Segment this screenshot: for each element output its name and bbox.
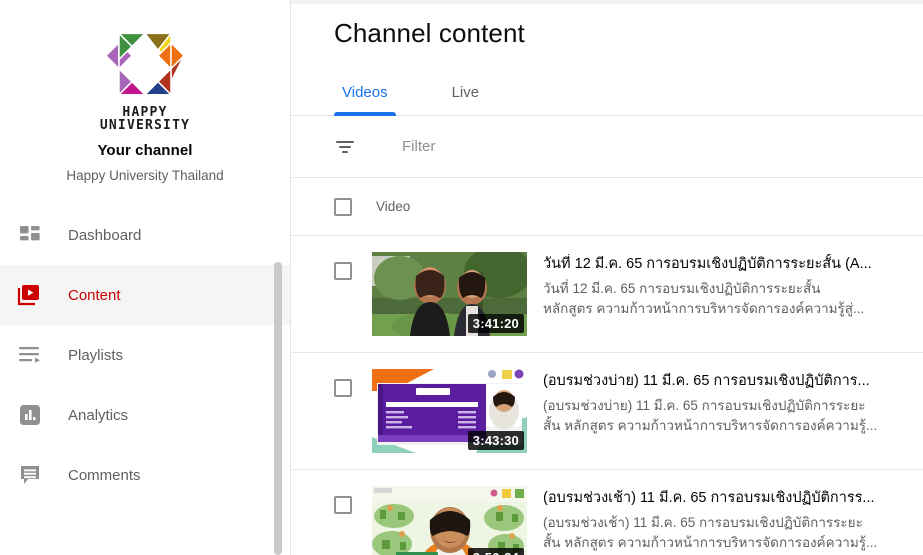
tab-videos[interactable]: Videos	[334, 84, 396, 116]
video-description-line: วันที่ 12 มี.ค. 65 การอบรมเชิงปฏิบัติการ…	[543, 281, 821, 296]
row-checkbox[interactable]	[334, 262, 352, 280]
logo-wordmark: HAPPY UNIVERSITY	[98, 106, 192, 133]
youtube-studio-content-page: HAPPY UNIVERSITY Your channel Happy Univ…	[0, 0, 923, 555]
sidebar-scrollbar[interactable]	[274, 262, 282, 555]
video-duration: 3:56:24	[467, 548, 524, 555]
row-checkbox[interactable]	[334, 496, 352, 514]
video-description: (อบรมช่วงบ่าย) 11 มี.ค. 65 การอบรมเชิงปฏ…	[543, 396, 918, 436]
content-video-icon	[8, 283, 52, 307]
select-all-checkbox[interactable]	[334, 197, 352, 216]
sidebar-nav: Dashboard Content Playlists Analytics Co…	[0, 205, 290, 505]
column-header-video: Video	[376, 199, 411, 214]
page-title: Channel content	[334, 18, 525, 48]
analytics-icon	[8, 404, 52, 426]
table-row[interactable]: 3:43:30 (อบรมช่วงบ่าย) 11 มี.ค. 65 การอบ…	[291, 353, 923, 470]
video-thumbnail[interactable]: 3:56:24	[372, 486, 527, 555]
video-thumbnail[interactable]: 3:41:20	[372, 252, 527, 336]
logo-wordmark-line2: UNIVERSITY	[99, 118, 191, 134]
video-description-line: (อบรมช่วงเช้า) 11 มี.ค. 65 การอบรมเชิงปฏ…	[543, 515, 863, 530]
video-description: วันที่ 12 มี.ค. 65 การอบรมเชิงปฏิบัติการ…	[543, 279, 918, 319]
table-row[interactable]: 3:56:24 (อบรมช่วงเช้า) 11 มี.ค. 65 การอบ…	[291, 470, 923, 555]
sidebar-item-comments[interactable]: Comments	[0, 445, 290, 505]
comments-icon	[8, 464, 52, 486]
sidebar-item-analytics[interactable]: Analytics	[0, 385, 290, 445]
video-meta: (อบรมช่วงบ่าย) 11 มี.ค. 65 การอบรมเชิงปฏ…	[543, 369, 923, 436]
filter-input[interactable]: Filter	[402, 138, 435, 155]
thumbnail-image-3	[372, 486, 527, 555]
dashboard-icon	[8, 224, 52, 246]
video-title[interactable]: (อบรมช่วงบ่าย) 11 มี.ค. 65 การอบรมเชิงปฏ…	[543, 371, 918, 391]
tab-label: Videos	[342, 84, 388, 101]
video-meta: วันที่ 12 มี.ค. 65 การอบรมเชิงปฏิบัติการ…	[543, 252, 923, 319]
video-description-line: หลักสูตร ความก้าวหน้าการบริหารจัดการองค์…	[543, 301, 865, 316]
tab-label: Live	[451, 84, 480, 101]
video-duration: 3:43:30	[467, 431, 524, 450]
channel-avatar[interactable]: HAPPY UNIVERSITY	[98, 26, 192, 133]
video-description-line: (อบรมช่วงบ่าย) 11 มี.ค. 65 การอบรมเชิงปฏ…	[543, 398, 866, 413]
video-title[interactable]: วันที่ 12 มี.ค. 65 การอบรมเชิงปฏิบัติการ…	[543, 254, 918, 274]
row-checkbox[interactable]	[334, 379, 352, 397]
filter-icon[interactable]	[334, 136, 356, 158]
video-description-line: สั้น หลักสูตร ความก้าวหน้าการบริหารจัดกา…	[543, 418, 878, 433]
sidebar-item-label: Dashboard	[68, 226, 142, 244]
channel-block: HAPPY UNIVERSITY Your channel Happy Univ…	[0, 0, 290, 183]
sidebar-item-label: Content	[68, 286, 121, 304]
sidebar: HAPPY UNIVERSITY Your channel Happy Univ…	[0, 0, 291, 555]
video-list: 3:41:20 วันที่ 12 มี.ค. 65 การอบรมเชิงปฏ…	[291, 236, 923, 555]
video-description: (อบรมช่วงเช้า) 11 มี.ค. 65 การอบรมเชิงปฏ…	[543, 513, 918, 553]
pinwheel-aperture-logo-icon	[104, 31, 186, 97]
sidebar-scrollbar-thumb[interactable]	[274, 262, 282, 555]
filter-bar: Filter	[291, 116, 923, 178]
video-duration: 3:41:20	[467, 314, 524, 333]
top-strip	[291, 0, 923, 4]
logo-wordmark-line1: HAPPY	[122, 105, 168, 120]
your-channel-label: Your channel	[97, 142, 193, 159]
playlists-icon	[8, 345, 52, 365]
main-content: Channel content Videos Live Filter Video	[291, 0, 923, 555]
channel-name: Happy University Thailand	[66, 168, 224, 183]
video-description-line: สั้น หลักสูตร ความก้าวหน้าการบริหารจัดกา…	[543, 535, 878, 550]
sidebar-item-content[interactable]: Content	[0, 265, 290, 325]
sidebar-item-label: Comments	[68, 466, 141, 484]
table-header: Video	[291, 178, 923, 236]
sidebar-item-playlists[interactable]: Playlists	[0, 325, 290, 385]
video-meta: (อบรมช่วงเช้า) 11 มี.ค. 65 การอบรมเชิงปฏ…	[543, 486, 923, 553]
sidebar-item-label: Analytics	[68, 406, 129, 424]
sidebar-item-label: Playlists	[68, 346, 124, 364]
content-tabs: Videos Live	[291, 70, 923, 116]
table-row[interactable]: 3:41:20 วันที่ 12 มี.ค. 65 การอบรมเชิงปฏ…	[291, 236, 923, 353]
video-title[interactable]: (อบรมช่วงเช้า) 11 มี.ค. 65 การอบรมเชิงปฏ…	[543, 488, 918, 508]
sidebar-item-dashboard[interactable]: Dashboard	[0, 205, 290, 265]
tab-live[interactable]: Live	[444, 84, 488, 115]
video-thumbnail[interactable]: 3:43:30	[372, 369, 527, 453]
